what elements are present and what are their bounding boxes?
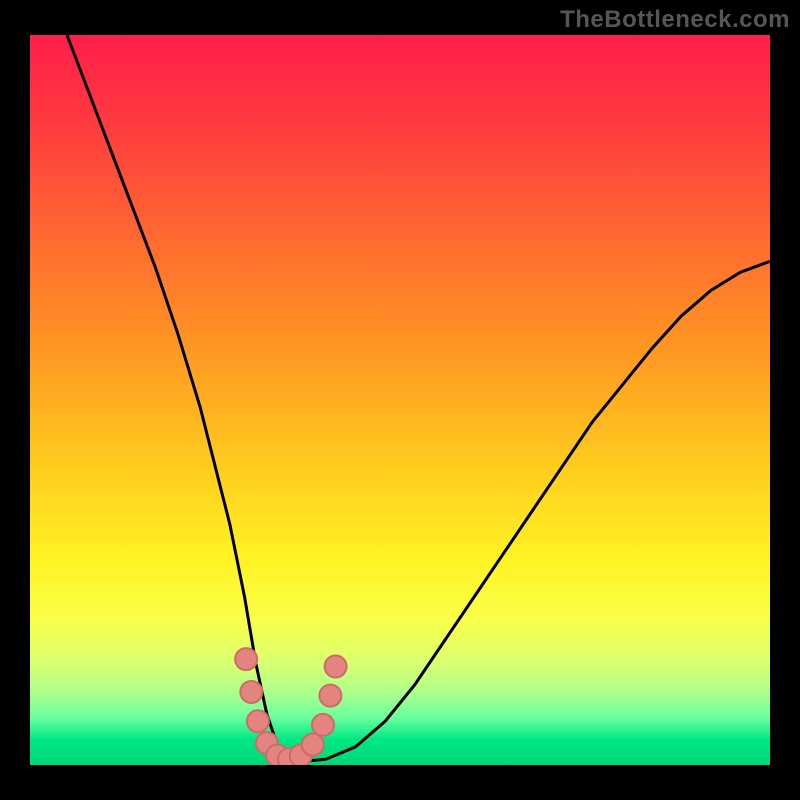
marker-dot: [247, 710, 269, 732]
gradient-background: [30, 35, 770, 765]
marker-dot: [235, 648, 257, 670]
marker-dot: [325, 656, 347, 678]
marker-dot: [319, 685, 341, 707]
outer-frame: TheBottleneck.com: [0, 0, 800, 800]
marker-dot: [302, 734, 324, 756]
chart-svg: [30, 35, 770, 765]
marker-dot: [312, 714, 334, 736]
watermark-text: TheBottleneck.com: [560, 6, 790, 34]
chart-plot-area: [30, 35, 770, 765]
marker-dot: [240, 681, 262, 703]
